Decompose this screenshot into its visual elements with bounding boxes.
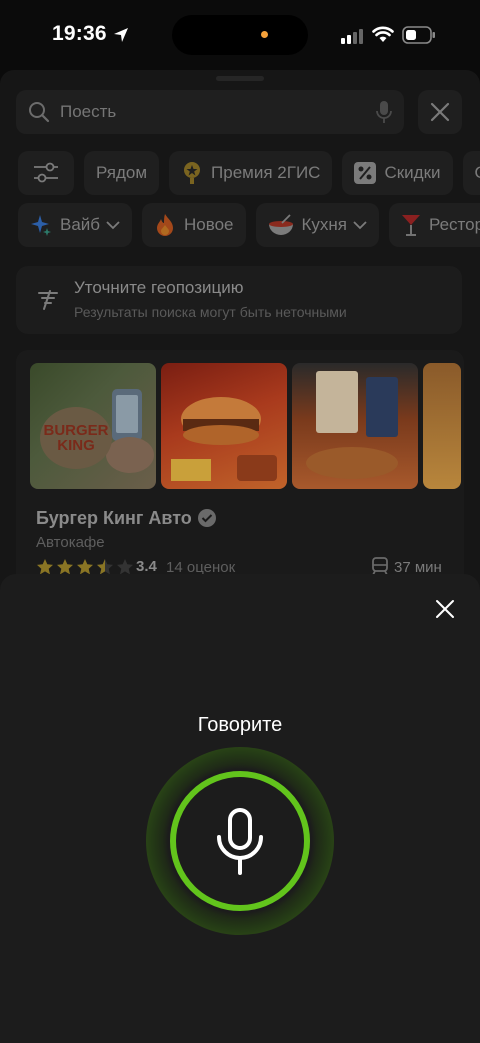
filter-row-secondary: Вайб Новое Кухня Рестор — [18, 203, 480, 247]
voice-mic-button[interactable] — [170, 771, 310, 911]
meal-set-image — [306, 371, 398, 479]
filter-chip-discounts[interactable]: Скидки — [342, 151, 453, 195]
place-photo[interactable] — [423, 363, 461, 489]
percent-icon — [354, 162, 377, 184]
microphone-icon — [217, 808, 263, 875]
search-icon — [29, 102, 50, 123]
geolocation-signal-icon — [38, 290, 58, 310]
close-voice-button[interactable] — [428, 592, 462, 626]
filter-chip-cuisine[interactable]: Кухня — [255, 203, 380, 247]
place-photos[interactable]: BURGER KING — [30, 363, 461, 489]
filter-chip-label: Премия 2ГИС — [211, 163, 321, 182]
location-arrow-icon — [114, 28, 128, 42]
place-card[interactable]: BURGER KING Бургер Кинг Авто Автокафе 3.… — [16, 350, 464, 610]
close-search-button[interactable] — [418, 90, 462, 134]
voice-input-sheet: Говорите — [0, 574, 480, 1043]
cellular-signal-icon — [341, 29, 363, 44]
status-bar: 19:36 — [0, 0, 480, 70]
dynamic-island — [172, 15, 308, 55]
filter-chip-label: Рядом — [96, 163, 148, 182]
microphone-icon[interactable] — [376, 100, 392, 124]
filter-chip-award[interactable]: Премия 2ГИС — [169, 151, 333, 195]
cocktail-icon — [401, 213, 421, 237]
fire-icon — [154, 213, 176, 237]
close-icon — [436, 600, 454, 618]
filter-chip-new[interactable]: Новое — [142, 203, 246, 247]
wifi-icon — [372, 26, 394, 42]
search-box[interactable] — [16, 90, 404, 134]
burger-king-logo: BURGER KING — [40, 407, 112, 469]
filter-settings-chip[interactable] — [18, 151, 74, 195]
filter-chip-label: Рестораны — [429, 215, 480, 234]
filter-chip-nearby[interactable]: Рядом — [84, 151, 160, 195]
transit-icon — [372, 557, 388, 576]
logo-text: BURGER — [43, 422, 109, 439]
place-photo[interactable]: BURGER KING — [30, 363, 156, 489]
filter-chip-restaurants[interactable]: Рестораны — [389, 203, 480, 247]
verified-badge-icon — [198, 509, 216, 527]
search-sheet: Рядом Премия 2ГИС — [0, 70, 480, 610]
geolocation-notice[interactable]: Уточните геопозицию Результаты поиска мо… — [16, 266, 462, 334]
filter-chip-label: Кухня — [301, 215, 348, 234]
filter-sliders-icon — [34, 162, 58, 183]
geo-notice-title: Уточните геопозицию — [74, 278, 244, 297]
filter-chip-label: Скидки — [384, 163, 441, 182]
mic-indicator-dot — [261, 31, 268, 38]
place-category: Автокафе — [36, 534, 105, 551]
place-photo[interactable] — [292, 363, 418, 489]
voice-prompt: Говорите — [197, 714, 283, 736]
sheet-grabber[interactable] — [216, 76, 264, 81]
filter-chip-label: От — [475, 163, 480, 183]
status-time: 19:36 — [52, 22, 107, 45]
rating-value: 3.4 — [136, 558, 157, 575]
place-photo[interactable] — [161, 363, 287, 489]
award-icon — [181, 161, 203, 185]
chevron-down-icon — [106, 220, 120, 230]
burger-image — [171, 397, 277, 481]
logo-text: KING — [57, 437, 95, 454]
filter-chip-vibe[interactable]: Вайб — [18, 203, 133, 247]
sparkle-icon — [30, 214, 52, 236]
geo-notice-subtitle: Результаты поиска могут быть неточными — [74, 304, 347, 320]
screen: 19:36 Поесть Рядом Премия 2ГИС Скидки Ва… — [0, 0, 480, 1043]
filter-chip-partial[interactable]: От — [462, 151, 480, 195]
filter-chip-label: Вайб — [60, 215, 101, 234]
bowl-icon — [268, 214, 294, 236]
search-input[interactable] — [60, 102, 360, 122]
close-icon — [430, 102, 450, 122]
filter-row-primary: Рядом Премия 2ГИС Скидки — [18, 151, 480, 195]
battery-icon — [402, 26, 435, 44]
filter-chip-label: Новое — [184, 215, 234, 234]
chevron-down-icon — [353, 220, 367, 230]
place-name[interactable]: Бургер Кинг Авто — [36, 508, 192, 529]
